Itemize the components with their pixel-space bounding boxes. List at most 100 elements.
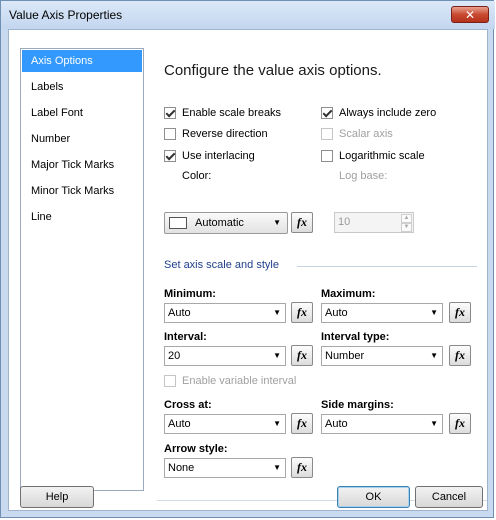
chevron-down-icon: ▼ [273, 218, 281, 227]
side-margins-label: Side margins: [321, 399, 394, 411]
section-title: Set axis scale and style [164, 259, 279, 271]
cross-at-label: Cross at: [164, 399, 212, 411]
minimum-select[interactable]: Auto ▼ [164, 303, 286, 323]
chevron-down-icon: ▼ [273, 308, 281, 317]
sidebar-item-label: Axis Options [31, 55, 93, 67]
button-label: Help [45, 491, 69, 503]
chevron-down-icon: ▼ [273, 463, 281, 472]
checkbox-label: Enable scale breaks [182, 107, 282, 119]
interval-type-fx-button[interactable]: fx [449, 345, 471, 366]
fx-icon: fx [455, 416, 465, 430]
use-interlacing-checkbox[interactable]: Use interlacing [164, 150, 255, 162]
sidebar-item-label: Labels [31, 81, 64, 93]
color-fx-button[interactable]: fx [291, 212, 313, 233]
checkbox-unchecked-icon [164, 375, 176, 387]
select-value: 20 [168, 350, 181, 362]
color-picker-button[interactable]: Automatic ▼ [164, 212, 288, 234]
close-icon: ✕ [464, 8, 476, 22]
checkbox-checked-icon [321, 107, 333, 119]
title-bar[interactable]: Value Axis Properties ✕ [1, 1, 495, 29]
help-button[interactable]: Help [20, 486, 94, 508]
sidebar-nav: Axis Options Labels Label Font Number Ma… [20, 48, 144, 491]
section-divider [297, 266, 477, 267]
interval-fx-button[interactable]: fx [291, 345, 313, 366]
color-value: Automatic [195, 217, 244, 229]
sidebar-item-number[interactable]: Number [22, 128, 142, 150]
button-label: Cancel [431, 491, 467, 503]
close-button[interactable]: ✕ [451, 6, 489, 23]
chevron-down-icon: ▼ [430, 351, 438, 360]
dialog-window: Value Axis Properties ✕ Axis Options Lab… [0, 0, 495, 518]
select-value: Auto [325, 418, 348, 430]
color-label: Color: [182, 170, 212, 182]
side-margins-select[interactable]: Auto ▼ [321, 414, 443, 434]
sidebar-item-label: Major Tick Marks [31, 159, 115, 171]
checkbox-label: Logarithmic scale [339, 150, 425, 162]
sidebar-item-line[interactable]: Line [22, 206, 142, 228]
select-value: Auto [168, 418, 191, 430]
maximum-select[interactable]: Auto ▼ [321, 303, 443, 323]
ok-button[interactable]: OK [337, 486, 410, 508]
checkbox-unchecked-icon [321, 128, 333, 140]
sidebar-item-label: Label Font [31, 107, 83, 119]
interval-type-select[interactable]: Number ▼ [321, 346, 443, 366]
checkbox-label: Always include zero [339, 107, 437, 119]
interval-label: Interval: [164, 331, 207, 343]
cross-at-select[interactable]: Auto ▼ [164, 414, 286, 434]
log-base-label: Log base: [339, 170, 388, 182]
checkbox-label: Enable variable interval [182, 375, 297, 387]
minimum-fx-button[interactable]: fx [291, 302, 313, 323]
checkbox-label: Use interlacing [182, 150, 255, 162]
arrow-style-select[interactable]: None ▼ [164, 458, 286, 478]
select-value: Number [325, 350, 365, 362]
log-base-value: 10 [338, 216, 351, 228]
select-value: Auto [325, 307, 348, 319]
checkbox-checked-icon [164, 107, 176, 119]
scalar-axis-checkbox[interactable]: Scalar axis [321, 128, 393, 140]
interval-select[interactable]: 20 ▼ [164, 346, 286, 366]
spin-up-icon[interactable]: ▲ [401, 214, 412, 223]
log-base-spinner[interactable]: 10 ▲ ▼ [334, 212, 414, 233]
window-title: Value Axis Properties [9, 8, 123, 22]
chevron-down-icon: ▼ [273, 419, 281, 428]
checkbox-unchecked-icon [321, 150, 333, 162]
sidebar-item-label: Line [31, 211, 52, 223]
page-title: Configure the value axis options. [164, 62, 382, 79]
sidebar-item-label: Minor Tick Marks [31, 185, 115, 197]
side-margins-fx-button[interactable]: fx [449, 413, 471, 434]
cross-at-fx-button[interactable]: fx [291, 413, 313, 434]
select-value: None [168, 462, 195, 474]
cancel-button[interactable]: Cancel [415, 486, 483, 508]
chevron-down-icon: ▼ [430, 308, 438, 317]
fx-icon: fx [297, 460, 307, 474]
checkbox-label: Reverse direction [182, 128, 268, 140]
fx-icon: fx [455, 348, 465, 362]
sidebar-item-axis-options[interactable]: Axis Options [22, 50, 142, 72]
spin-down-icon[interactable]: ▼ [401, 223, 412, 232]
fx-icon: fx [455, 305, 465, 319]
sidebar-item-major-tick-marks[interactable]: Major Tick Marks [22, 154, 142, 176]
fx-icon: fx [297, 416, 307, 430]
sidebar-item-label-font[interactable]: Label Font [22, 102, 142, 124]
button-label: OK [365, 491, 382, 503]
select-value: Auto [168, 307, 191, 319]
arrow-style-label: Arrow style: [164, 443, 228, 455]
fx-icon: fx [297, 215, 307, 229]
checkbox-label: Scalar axis [339, 128, 393, 140]
maximum-label: Maximum: [321, 288, 376, 300]
maximum-fx-button[interactable]: fx [449, 302, 471, 323]
enable-variable-interval-checkbox[interactable]: Enable variable interval [164, 375, 296, 387]
fx-icon: fx [297, 305, 307, 319]
dialog-client-area: Axis Options Labels Label Font Number Ma… [8, 29, 488, 511]
arrow-style-fx-button[interactable]: fx [291, 457, 313, 478]
sidebar-item-minor-tick-marks[interactable]: Minor Tick Marks [22, 180, 142, 202]
checkbox-unchecked-icon [164, 128, 176, 140]
sidebar-item-labels[interactable]: Labels [22, 76, 142, 98]
enable-scale-breaks-checkbox[interactable]: Enable scale breaks [164, 107, 281, 119]
reverse-direction-checkbox[interactable]: Reverse direction [164, 128, 268, 140]
minimum-label: Minimum: [164, 288, 216, 300]
always-include-zero-checkbox[interactable]: Always include zero [321, 107, 436, 119]
fx-icon: fx [297, 348, 307, 362]
logarithmic-scale-checkbox[interactable]: Logarithmic scale [321, 150, 425, 162]
checkbox-checked-icon [164, 150, 176, 162]
